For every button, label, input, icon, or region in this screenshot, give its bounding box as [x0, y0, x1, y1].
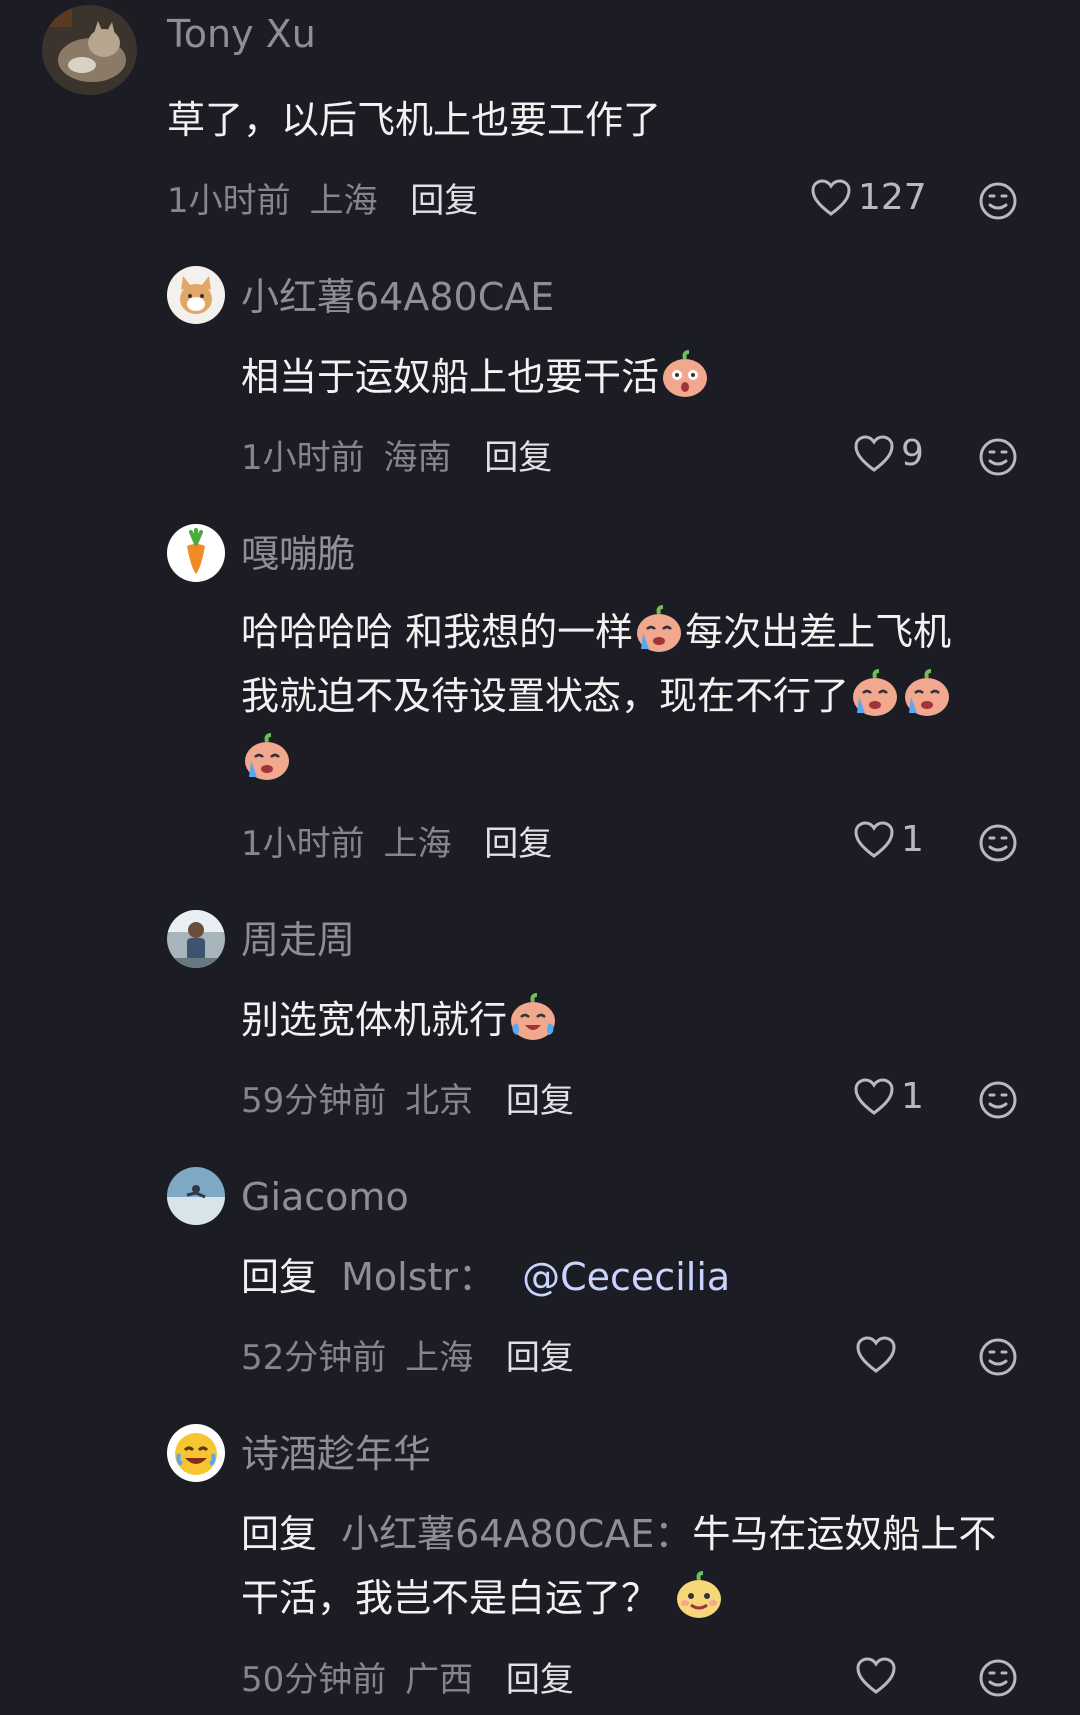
heart-outline-icon	[856, 1657, 896, 1694]
location: 广西	[405, 1660, 474, 1700]
avatar[interactable]	[167, 524, 225, 582]
timestamp: 52分钟前	[241, 1338, 387, 1378]
username[interactable]: Tony Xu	[167, 12, 316, 56]
reply-prefix: 回复	[241, 1512, 318, 1556]
smiley-face-icon[interactable]	[978, 1658, 1018, 1698]
comment-text-body: 别选宽体机就行	[241, 998, 508, 1042]
username[interactable]: 诗酒趁年华	[241, 1432, 431, 1476]
crying-emoji-icon	[901, 667, 953, 719]
location: 上海	[309, 181, 378, 221]
laugh-cry-emoji-icon	[507, 991, 559, 1043]
reply-button[interactable]: 回复	[484, 824, 552, 864]
crying-emoji-icon	[633, 603, 685, 655]
timestamp: 1小时前	[241, 438, 365, 478]
avatar[interactable]	[167, 266, 225, 324]
timestamp: 59分钟前	[241, 1081, 387, 1121]
comment-text: 草了，以后飞机上也要工作了	[167, 98, 662, 142]
location: 北京	[405, 1081, 474, 1121]
comment-text-segment: 我就迫不及待设置状态，现在不行了	[241, 674, 850, 718]
location: 海南	[383, 438, 452, 478]
comment-text-body: 相当于运奴船上也要干活	[241, 355, 660, 399]
smiley-face-icon[interactable]	[978, 1337, 1018, 1377]
heart-outline-icon	[854, 435, 894, 472]
like-button[interactable]	[855, 1335, 903, 1375]
reply-button[interactable]: 回复	[506, 1081, 574, 1121]
comment-meta: 1小时前 上海 回复	[241, 824, 552, 864]
comment-text-segment: 干活，我岂不是白运了？	[241, 1576, 660, 1620]
comment-text: 相当于运奴船上也要干活	[241, 345, 711, 409]
comment-thread: Tony Xu 草了，以后飞机上也要工作了 1小时前 上海 回复 127 小红薯…	[0, 0, 1080, 1715]
like-button[interactable]: 1	[853, 1077, 924, 1117]
reply-target-username[interactable]: 小红薯64A80CAE：	[341, 1512, 692, 1556]
like-count: 1	[901, 1076, 924, 1117]
comment-meta: 59分钟前 北京 回复	[241, 1081, 574, 1121]
comment-line	[241, 728, 1041, 792]
comment-line: 哈哈哈哈 和我想的一样 每次出差上飞机	[241, 600, 1041, 664]
smiley-face-icon[interactable]	[978, 437, 1018, 477]
avatar[interactable]	[42, 5, 137, 95]
reply-button[interactable]: 回复	[506, 1338, 574, 1378]
location: 上海	[405, 1338, 474, 1378]
comment-line: 干活，我岂不是白运了？	[241, 1566, 1041, 1630]
sky-avatar-image	[167, 1167, 225, 1225]
shocked-emoji-icon	[659, 348, 711, 400]
like-count: 127	[858, 177, 927, 218]
comment-line: 我就迫不及待设置状态，现在不行了	[241, 664, 1041, 728]
like-count: 1	[901, 819, 924, 860]
like-button[interactable]: 9	[853, 434, 924, 474]
smirk-emoji-icon	[673, 1569, 725, 1621]
avatar[interactable]	[167, 1167, 225, 1225]
reply-target-username[interactable]: Molstr：	[341, 1255, 496, 1299]
smiley-face-icon[interactable]	[978, 181, 1018, 221]
comment-text-segment: 牛马在运奴船上不	[692, 1512, 997, 1556]
like-count: 9	[901, 433, 924, 474]
avatar[interactable]	[167, 1424, 225, 1482]
reply-button[interactable]: 回复	[506, 1660, 574, 1700]
comment-text: 回复 小红薯64A80CAE：牛马在运奴船上不 干活，我岂不是白运了？	[241, 1502, 1041, 1630]
comment-text: 回复 Molstr： @Cececilia	[241, 1245, 730, 1309]
smiley-face-icon[interactable]	[978, 823, 1018, 863]
person-avatar-image	[167, 910, 225, 968]
cat-avatar-image	[42, 5, 137, 95]
reply-button[interactable]: 回复	[484, 438, 552, 478]
comment-meta: 1小时前 上海 回复	[167, 181, 478, 221]
crying-emoji-icon	[849, 667, 901, 719]
comment-text-segment: 哈哈哈哈 和我想的一样	[241, 610, 634, 654]
username[interactable]: 小红薯64A80CAE	[241, 275, 554, 319]
username[interactable]: Giacomo	[241, 1175, 409, 1219]
comment-text: 哈哈哈哈 和我想的一样 每次出差上飞机 我就迫不及待设置状态，现在不行了	[241, 600, 1041, 792]
comment-text: 别选宽体机就行	[241, 988, 559, 1052]
heart-outline-icon	[854, 821, 894, 858]
heart-outline-icon	[854, 1078, 894, 1115]
heart-outline-icon	[811, 179, 851, 216]
timestamp: 1小时前	[241, 824, 365, 864]
crying-emoji-icon	[241, 731, 293, 783]
reply-prefix: 回复	[241, 1255, 318, 1299]
comment-meta: 50分钟前 广西 回复	[241, 1660, 574, 1700]
laughing-face-avatar-image	[167, 1424, 225, 1482]
dog-avatar-image	[167, 266, 225, 324]
avatar[interactable]	[167, 910, 225, 968]
like-button[interactable]: 1	[853, 820, 924, 860]
username[interactable]: 嘎嘣脆	[241, 532, 355, 576]
reply-button[interactable]: 回复	[410, 181, 478, 221]
location: 上海	[383, 824, 452, 864]
timestamp: 50分钟前	[241, 1660, 387, 1700]
timestamp: 1小时前	[167, 181, 291, 221]
smiley-face-icon[interactable]	[978, 1080, 1018, 1120]
mention-link[interactable]: @Cececilia	[522, 1255, 730, 1299]
comment-line: 回复 小红薯64A80CAE：牛马在运奴船上不	[241, 1502, 1041, 1566]
carrot-avatar-image	[167, 524, 225, 582]
username[interactable]: 周走周	[241, 918, 355, 962]
comment-meta: 1小时前 海南 回复	[241, 438, 552, 478]
heart-outline-icon	[856, 1336, 896, 1373]
like-button[interactable]: 127	[810, 178, 927, 218]
comment-meta: 52分钟前 上海 回复	[241, 1338, 574, 1378]
like-button[interactable]	[855, 1656, 903, 1696]
comment-text-segment: 每次出差上飞机	[685, 610, 952, 654]
